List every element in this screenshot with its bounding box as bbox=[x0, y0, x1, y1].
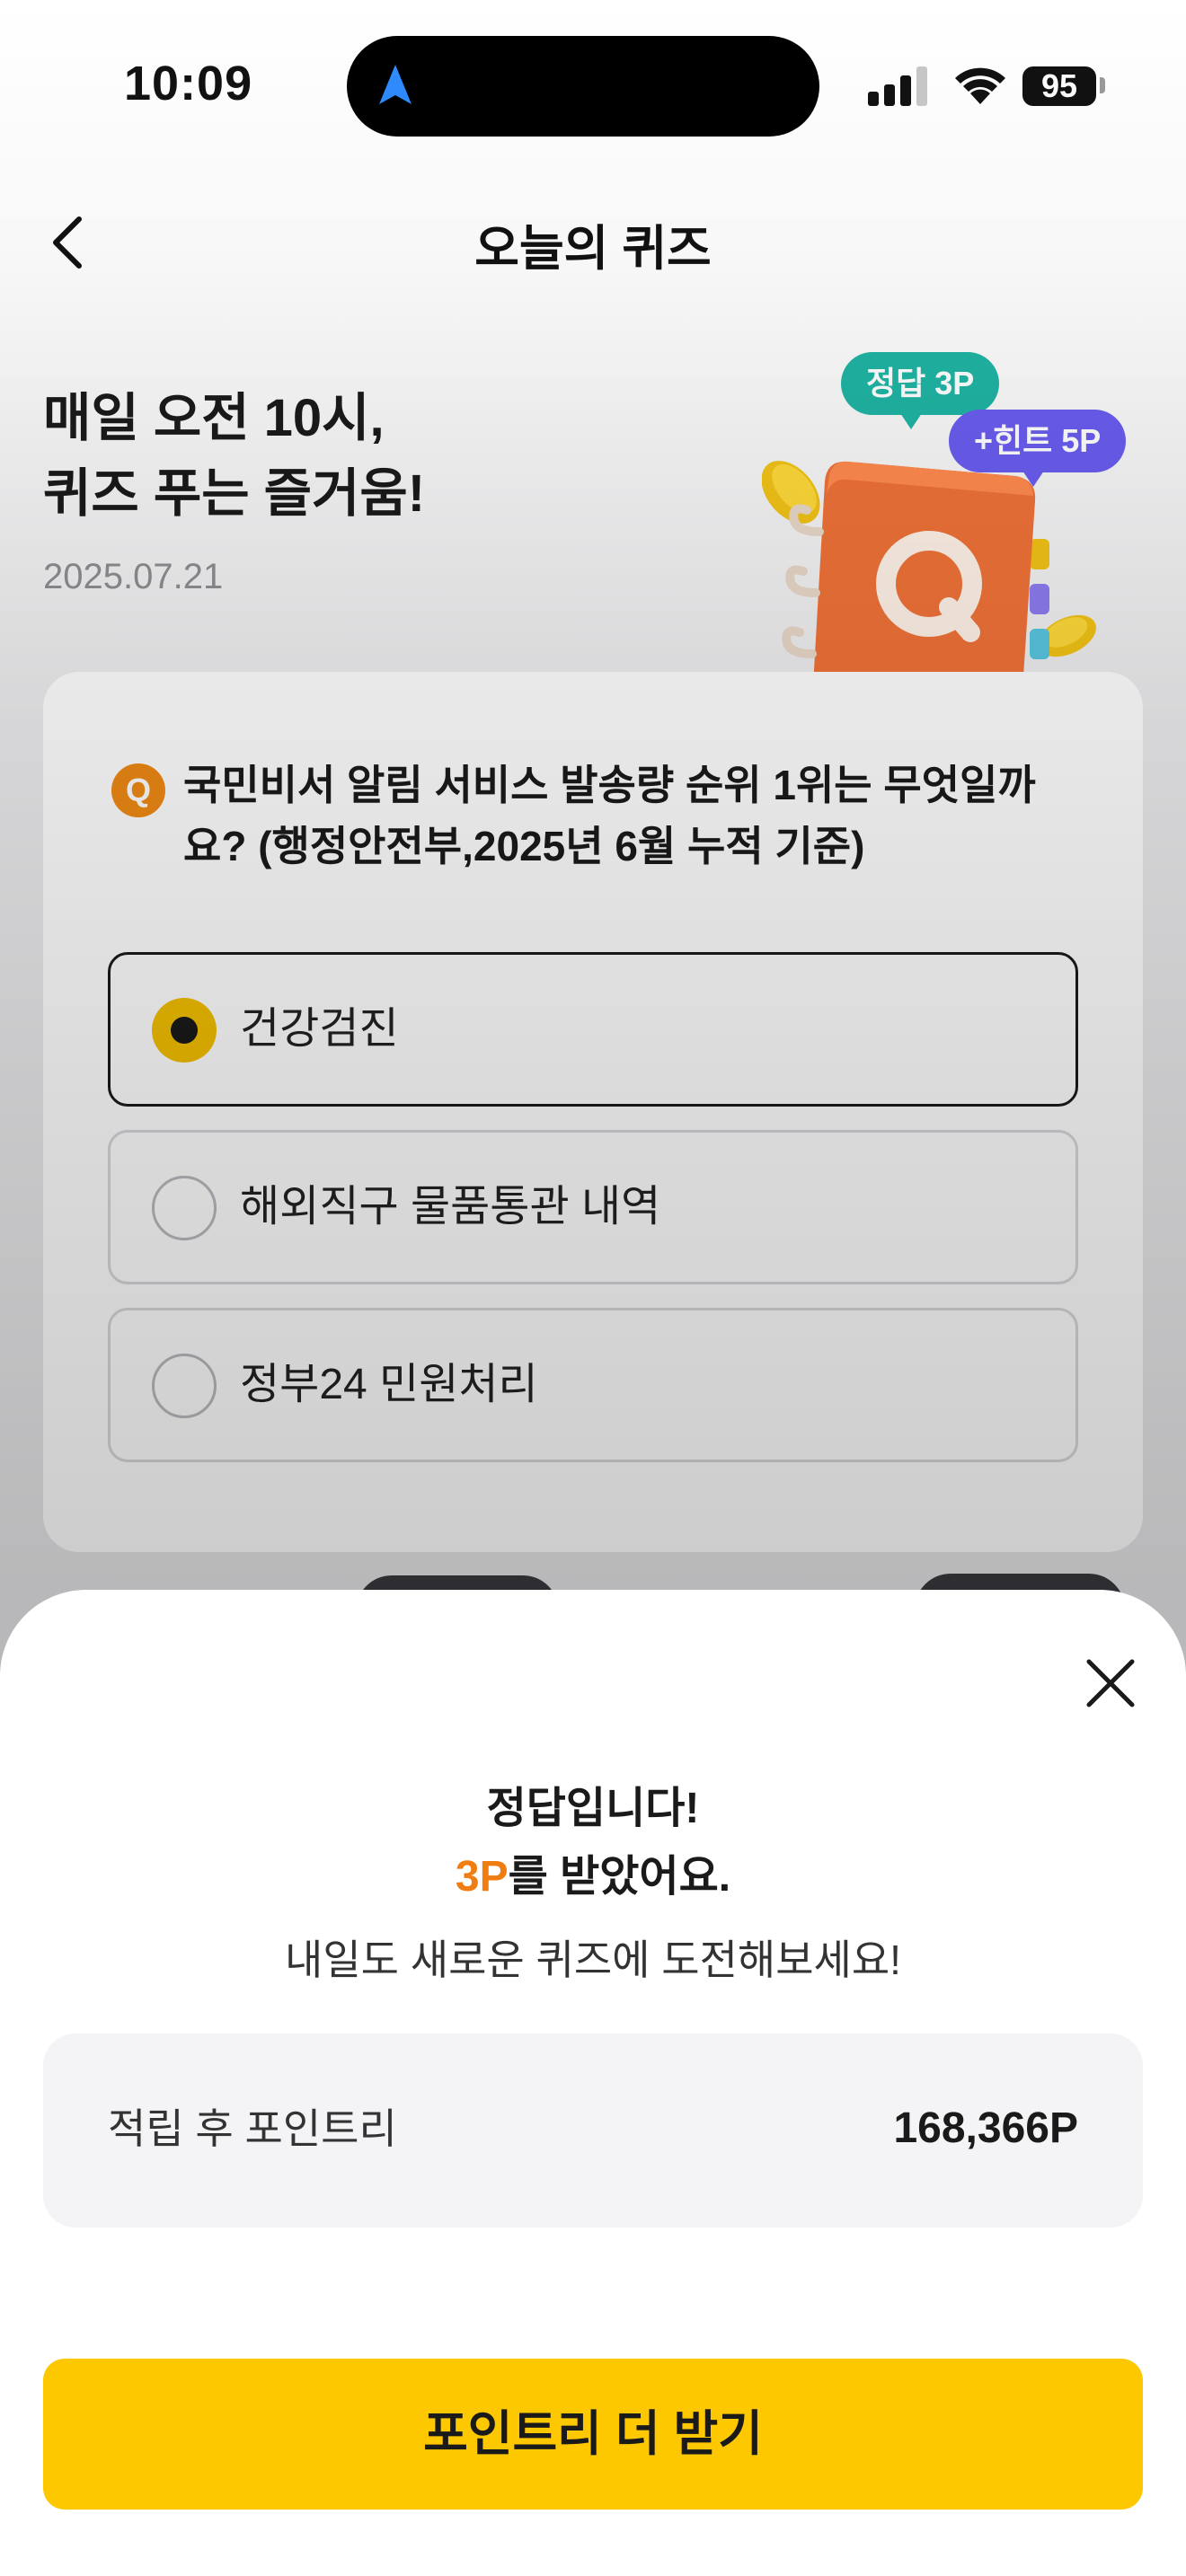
battery-cap bbox=[1100, 77, 1105, 93]
status-time: 10:09 bbox=[124, 57, 253, 110]
question-text: 국민비서 알림 서비스 발송량 순위 1위는 무엇일까요? (행정안전부,202… bbox=[183, 762, 1036, 869]
question-badge-icon: Q bbox=[111, 763, 165, 817]
result-title-line2: 3P를 받았어요. bbox=[0, 1843, 1186, 1911]
location-arrow-icon bbox=[379, 65, 412, 104]
answer-points-bubble: 정답 3P bbox=[841, 352, 1000, 429]
answer-option-1[interactable]: 건강검진 bbox=[108, 952, 1078, 1107]
dynamic-island bbox=[347, 36, 819, 137]
answer-option-label: 해외직구 물품통관 내역 bbox=[240, 1183, 661, 1231]
more-points-button[interactable]: 포인트리 더 받기 bbox=[43, 2359, 1143, 2510]
result-bottom-sheet: 정답입니다! 3P를 받았어요. 내일도 새로운 퀴즈에 도전해보세요! 적립 … bbox=[0, 1590, 1186, 2576]
answer-option-label: 정부24 민원처리 bbox=[240, 1361, 538, 1408]
quiz-date: 2025.07.21 bbox=[43, 557, 224, 596]
close-icon[interactable] bbox=[1082, 1654, 1139, 1712]
battery-indicator: 95 bbox=[1022, 66, 1096, 106]
answer-option-label: 건강검진 bbox=[240, 1005, 399, 1053]
earned-points: 3P bbox=[455, 1853, 509, 1901]
hint-points-bubble: +힌트 5P bbox=[949, 410, 1127, 487]
hero-title-line1: 매일 오전 10시, bbox=[43, 389, 385, 447]
answer-option-3[interactable]: 정부24 민원처리 bbox=[108, 1308, 1078, 1462]
hero-title: 매일 오전 10시, 퀴즈 푸는 즐거움! bbox=[43, 381, 425, 532]
quiz-card: Q 국민비서 알림 서비스 발송량 순위 1위는 무엇일까요? (행정안전부,2… bbox=[43, 672, 1143, 1552]
points-summary: 적립 후 포인트리 168,366P bbox=[43, 2033, 1143, 2228]
points-label: 적립 후 포인트리 bbox=[108, 2105, 397, 2152]
wifi-icon bbox=[955, 67, 1005, 104]
result-subtitle: 내일도 새로운 퀴즈에 도전해보세요! bbox=[285, 1936, 901, 1983]
points-value: 168,366P bbox=[893, 2104, 1078, 2152]
result-title-line2-suffix: 를 받았어요. bbox=[508, 1853, 731, 1901]
result-title: 정답입니다! 3P를 받았어요. bbox=[0, 1775, 1186, 1911]
radio-unselected-icon[interactable] bbox=[152, 1354, 217, 1418]
cellular-signal-icon bbox=[868, 66, 927, 106]
radio-selected-icon[interactable] bbox=[152, 998, 217, 1063]
hero-title-line2: 퀴즈 푸는 즐거움! bbox=[43, 464, 426, 523]
answer-option-2[interactable]: 해외직구 물품통관 내역 bbox=[108, 1130, 1078, 1284]
radio-unselected-icon[interactable] bbox=[152, 1176, 217, 1240]
page-title: 오늘의 퀴즈 bbox=[474, 222, 712, 276]
result-title-line1: 정답입니다! bbox=[486, 1785, 700, 1832]
